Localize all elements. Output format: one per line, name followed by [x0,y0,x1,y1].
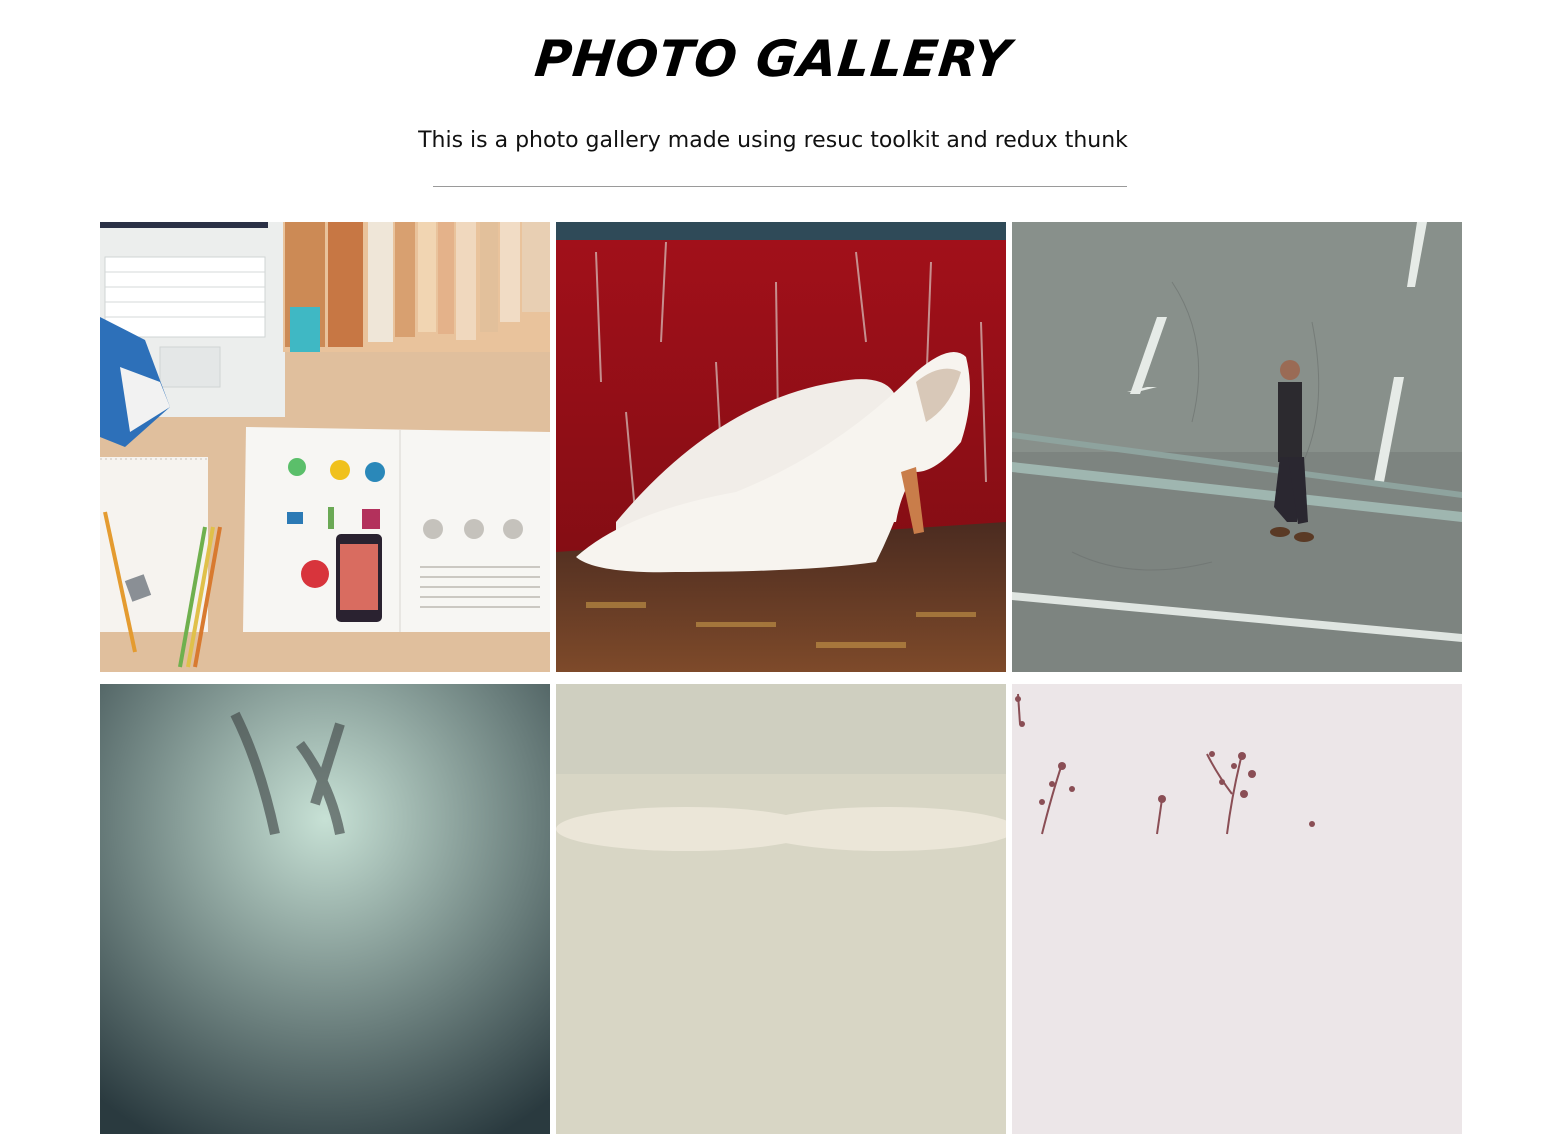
blurred-glasses-photo[interactable] [100,684,550,1134]
white-heels-photo[interactable] [556,222,1006,672]
page-title: PHOTO GALLERY [532,30,1014,88]
desk-workspace-photo[interactable] [100,222,550,672]
flower-branches-photo[interactable] [1012,684,1462,1134]
man-crossing-street-photo[interactable] [1012,222,1462,672]
page-subtitle: This is a photo gallery made using resuc… [418,128,1128,153]
photo-grid [100,222,1462,1134]
header-divider [433,186,1127,187]
open-book-photo[interactable] [556,684,1006,1134]
